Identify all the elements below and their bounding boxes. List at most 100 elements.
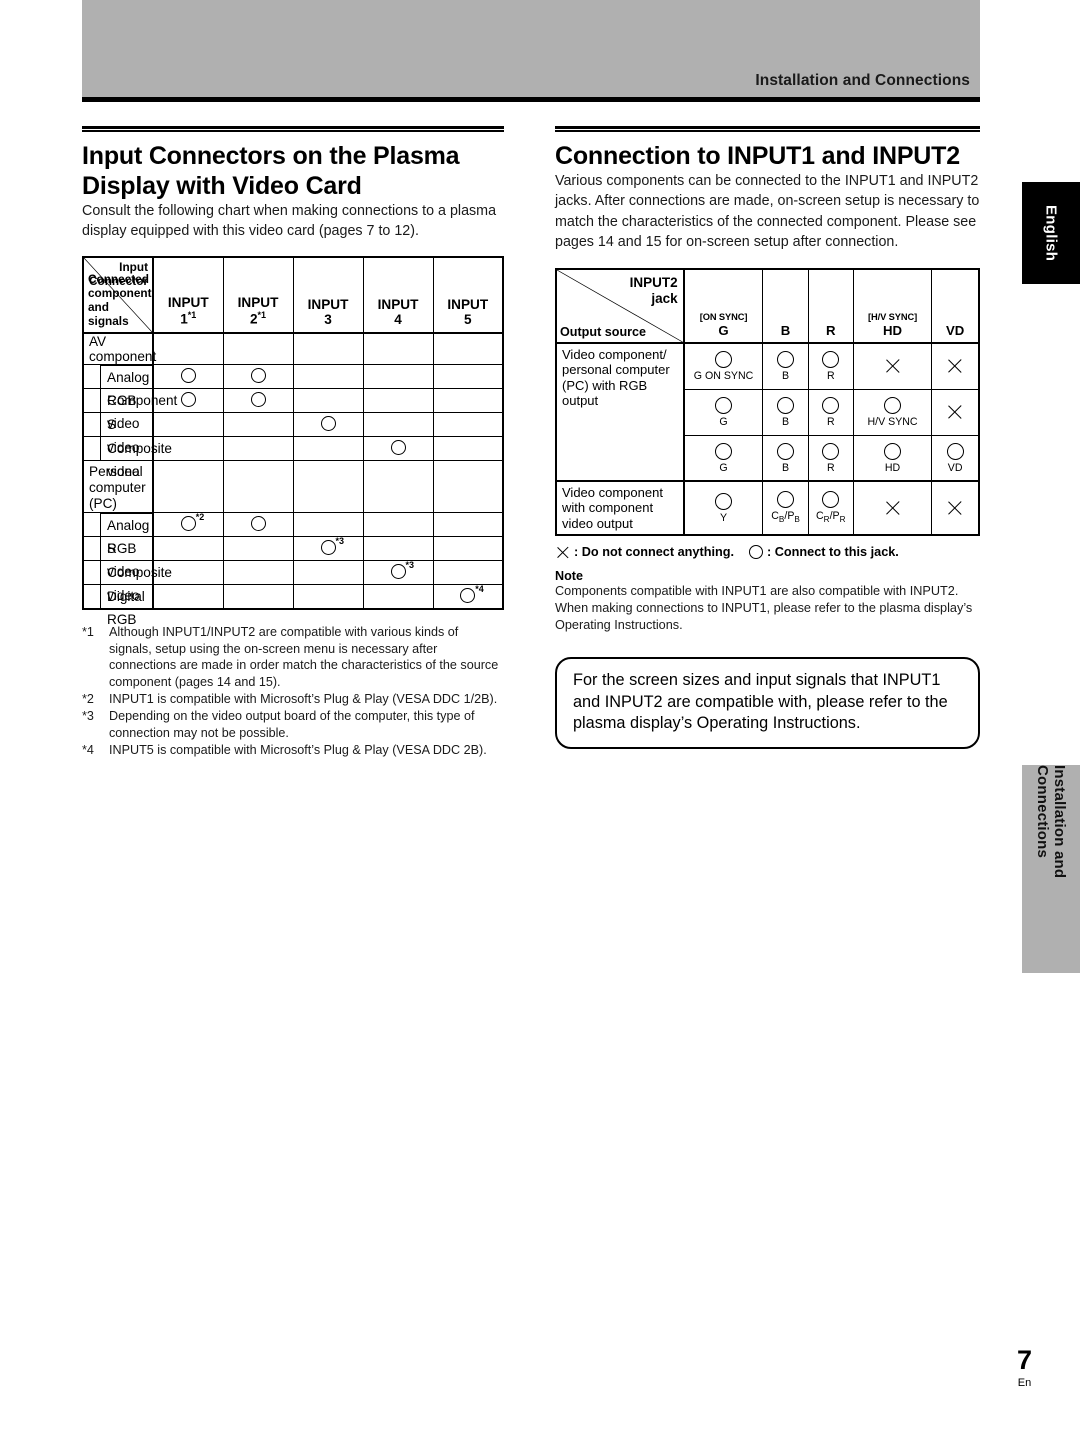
cell <box>222 511 294 537</box>
connect-circle-icon <box>822 351 840 369</box>
row-label-pc-composite-video: Composite video <box>82 559 172 603</box>
row-label-av-component-video: Component video <box>82 387 177 431</box>
cell: CR/PR <box>807 480 854 536</box>
connect-circle-icon <box>749 545 763 560</box>
connect-circle-icon <box>180 392 196 408</box>
connect-circle-icon <box>250 516 266 532</box>
cell <box>432 387 504 413</box>
legend-o-text: : Connect to this jack. <box>767 545 899 560</box>
col-header-vd: VD <box>931 268 980 345</box>
page-header-title: Installation and Connections <box>755 72 970 89</box>
connect-circle-icon <box>390 440 406 456</box>
cell <box>222 583 294 610</box>
cell <box>432 559 504 585</box>
connect-circle-icon <box>777 442 795 460</box>
cell: G <box>683 434 764 482</box>
col-header-input4: INPUT 4 <box>362 256 434 334</box>
cell <box>362 511 434 537</box>
table-row: Analog RGB *2 <box>82 511 504 556</box>
footnote-text: Depending on the video output board of t… <box>109 709 475 740</box>
page-number: 7 <box>1016 1345 1032 1375</box>
footnote-item: *1 Although INPUT1/INPUT2 are compatible… <box>82 624 504 692</box>
cell: H/V SYNC <box>852 388 933 436</box>
cell: B <box>762 388 809 436</box>
row-label-av-component: AV component <box>82 332 156 365</box>
left-section-rule <box>82 126 504 132</box>
connect-circle-icon <box>320 540 336 556</box>
left-section-heading: Input Connectors on the Plasma Display w… <box>82 142 460 200</box>
right-intro-paragraph: Various components can be connected to t… <box>555 173 980 250</box>
connect-circle-icon <box>884 442 902 460</box>
cell <box>432 459 504 513</box>
cell <box>362 583 434 610</box>
side-tab-installation-and-connections: Installation and Connections <box>1022 765 1080 973</box>
row-label-av-analog-rgb: Analog RGB <box>82 363 154 408</box>
cell: *3 <box>362 559 434 585</box>
do-not-connect-x-icon <box>946 499 964 517</box>
table-row: Digital RGB *4 <box>82 583 504 627</box>
connect-circle-icon <box>320 416 336 432</box>
cell <box>222 459 294 513</box>
cell <box>292 459 364 513</box>
do-not-connect-x-icon <box>946 357 964 375</box>
do-not-connect-x-icon <box>884 499 902 517</box>
table-row: Composite video *3 <box>82 559 504 603</box>
cell: R <box>807 342 854 390</box>
page-number-block: 7 En <box>1016 1345 1032 1390</box>
connect-circle-icon <box>250 368 266 384</box>
table-row: AV component <box>82 332 504 365</box>
cell <box>432 332 504 365</box>
table-row: Video component with component video out… <box>555 480 980 536</box>
cell <box>292 583 364 610</box>
cell <box>222 559 294 585</box>
cell <box>432 435 504 461</box>
footnote-item: *3 Depending on the video output board o… <box>82 708 504 742</box>
cell: CB/PB <box>762 480 809 536</box>
cell <box>222 332 294 365</box>
cell <box>362 387 434 413</box>
cell <box>362 411 434 437</box>
cell <box>362 332 434 365</box>
col-header-g: [ON SYNC] G <box>683 268 764 345</box>
cell <box>292 435 364 461</box>
cell <box>152 411 224 437</box>
corner-label-output-source: Output source <box>560 325 647 340</box>
cell <box>152 583 224 610</box>
table-row: Video component/ personal computer (PC) … <box>555 342 980 482</box>
row-label-personal-computer: Personal computer (PC) <box>82 459 154 513</box>
do-not-connect-x-icon <box>555 545 570 560</box>
corner-label-connected-component: Connected component and signals <box>88 271 152 328</box>
cell <box>852 480 933 536</box>
cell <box>362 435 434 461</box>
table-row: Analog RGB <box>82 363 504 408</box>
cell <box>362 363 434 389</box>
connect-circle-icon <box>715 492 733 510</box>
page-language-code: En <box>1017 1377 1032 1389</box>
connect-circle-icon <box>180 516 196 532</box>
cell <box>292 559 364 585</box>
cell <box>292 363 364 389</box>
note-line-2: When making connections to INPUT1, pleas… <box>555 600 973 632</box>
cell <box>292 411 364 437</box>
cell <box>222 387 294 413</box>
col-header-input2: INPUT 2*1 <box>222 256 294 334</box>
footnote-text: Although INPUT1/INPUT2 are compatible wi… <box>109 624 499 690</box>
cell <box>362 459 434 513</box>
cell: Y <box>683 480 764 536</box>
cell: *2 <box>152 511 224 537</box>
col-header-r: R <box>807 268 854 345</box>
cell <box>432 535 504 561</box>
do-not-connect-x-icon <box>884 357 902 375</box>
connect-circle-icon <box>180 368 196 384</box>
cell <box>152 535 224 561</box>
connect-circle-icon <box>777 396 795 414</box>
right-column: Connection to INPUT1 and INPUT2 Various … <box>555 126 980 749</box>
col-header-b: B <box>762 268 809 345</box>
callout-box: For the screen sizes and input signals t… <box>555 657 980 749</box>
cell <box>362 535 434 561</box>
cell <box>152 459 224 513</box>
legend-x-text: : Do not connect anything. <box>574 545 734 560</box>
cell <box>222 363 294 389</box>
cell <box>222 411 294 437</box>
input2-jack-table: INPUT2 jack Output source [ON SYNC] G B R … <box>555 268 980 536</box>
